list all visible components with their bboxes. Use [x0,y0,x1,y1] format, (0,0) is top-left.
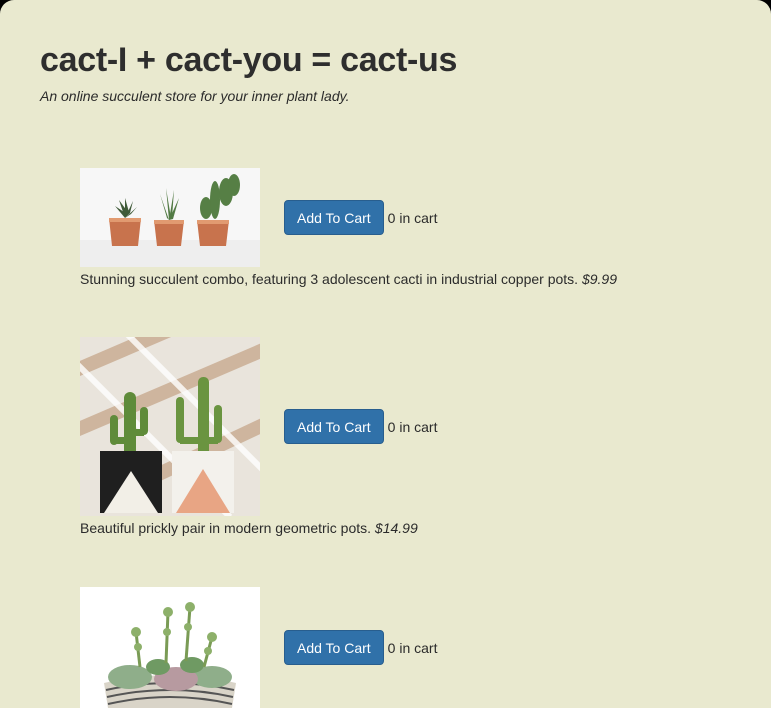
product-row: Add To Cart 0 in cart [80,337,720,516]
product-row: Add To Cart 0 in cart [80,587,720,708]
product-row: Add To Cart 0 in cart [80,168,720,267]
page-title: cact-I + cact-you = cact-us [40,41,458,79]
cart-count: 0 in cart [387,418,438,435]
product-item: Add To Cart 0 in cart Stunning succulent… [80,168,720,288]
page-header: cact-I + cact-you = cact-us An online su… [40,38,457,104]
add-to-cart-button[interactable]: Add To Cart [284,200,384,235]
cart-count: 0 in cart [387,209,438,226]
product-price: $9.99 [581,271,618,287]
add-to-cart-button[interactable]: Add To Cart [284,630,384,665]
product-description: Stunning succulent combo, featuring 3 ad… [80,271,579,287]
product-image [80,587,260,708]
product-description-line: Beautiful prickly pair in modern geometr… [80,519,720,537]
product-description-line: Stunning succulent combo, featuring 3 ad… [80,270,720,288]
product-item: Add To Cart 0 in cart [80,587,720,708]
product-image [80,168,260,267]
succulent-bowl-image [80,587,260,708]
copper-pots-cacti-image [80,168,260,267]
page-tagline: An online succulent store for your inner… [40,88,350,104]
add-to-cart-button[interactable]: Add To Cart [284,409,384,444]
cart-count: 0 in cart [387,639,438,656]
product-price: $14.99 [374,520,418,536]
geometric-pots-cacti-image [80,337,260,516]
product-item: Add To Cart 0 in cart Beautiful prickly … [80,337,720,537]
browser-viewport: cact-I + cact-you = cact-us An online su… [0,0,771,708]
product-description: Beautiful prickly pair in modern geometr… [80,520,372,536]
product-image [80,337,260,516]
